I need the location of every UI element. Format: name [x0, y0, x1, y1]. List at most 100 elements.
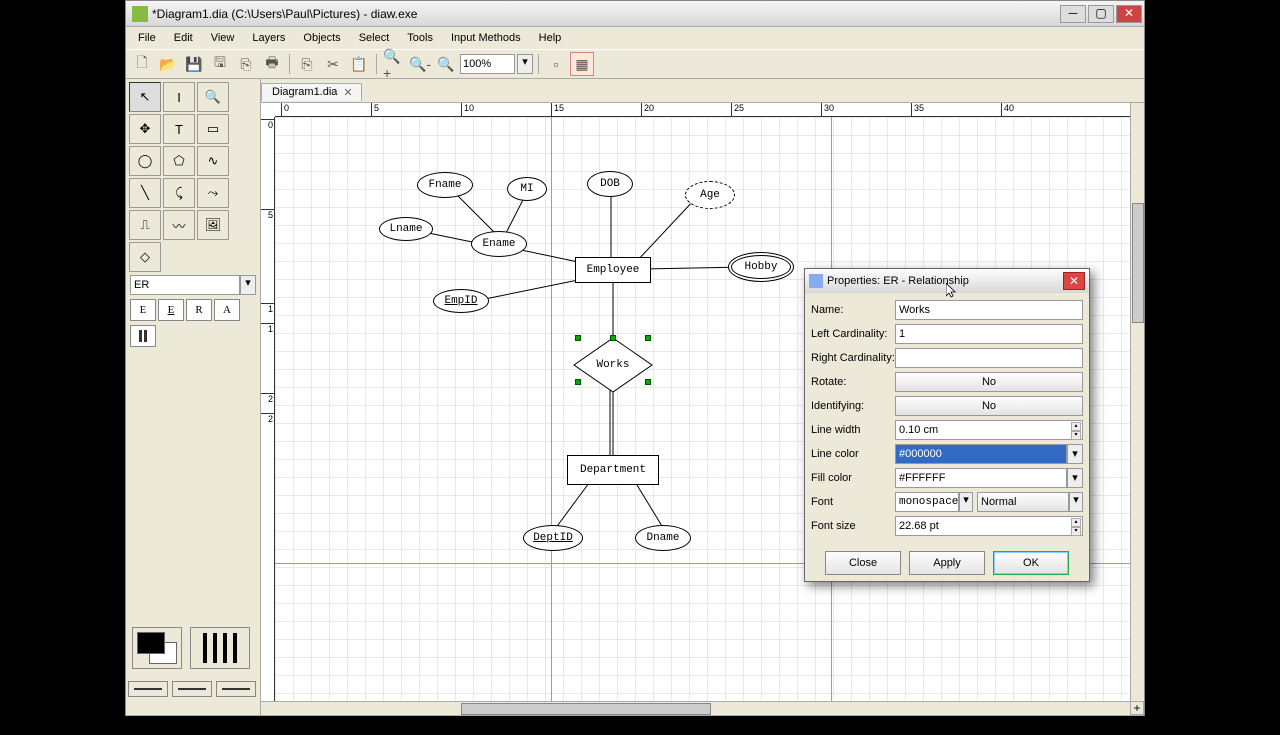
- zoom-dropdown-icon[interactable]: ▾: [517, 54, 533, 74]
- fillcolor-dropdown-icon[interactable]: ▾: [1067, 468, 1083, 488]
- input-linecolor[interactable]: #000000: [895, 444, 1067, 464]
- shape-category-dropdown-icon[interactable]: ▾: [240, 275, 256, 295]
- color-panel: [128, 623, 254, 673]
- menu-tools[interactable]: Tools: [399, 30, 441, 46]
- er-rel-works[interactable]: Works: [573, 337, 653, 393]
- er-attr-dname[interactable]: Dname: [635, 525, 691, 551]
- zoom-corner-icon[interactable]: +: [1130, 701, 1144, 715]
- er-attr-dob[interactable]: DOB: [587, 171, 633, 197]
- box-tool-icon[interactable]: ▭: [197, 114, 229, 144]
- statusbar: Selected 'Works': [126, 715, 1144, 735]
- fontstyle-dropdown-icon[interactable]: ▾: [1069, 492, 1083, 512]
- grid-icon[interactable]: ▦: [570, 52, 594, 76]
- ok-button[interactable]: OK: [993, 551, 1069, 575]
- line-tool-icon[interactable]: ╲: [129, 178, 161, 208]
- outline-tool-icon[interactable]: ◇: [129, 242, 161, 272]
- input-fontsize[interactable]: 22.68 pt ▴▾: [895, 516, 1083, 536]
- label-fillcolor: Fill color: [811, 472, 895, 484]
- er-attr-hobby[interactable]: Hobby: [731, 255, 791, 279]
- open-icon[interactable]: 📂: [156, 52, 180, 76]
- print-icon[interactable]: 🖶: [260, 52, 284, 76]
- input-leftcard[interactable]: 1: [895, 324, 1083, 344]
- input-font-style[interactable]: Normal: [977, 492, 1069, 512]
- er-participation-icon[interactable]: [130, 325, 156, 347]
- line-end-style[interactable]: [216, 681, 256, 697]
- maximize-button[interactable]: ▢: [1088, 5, 1114, 23]
- new-icon[interactable]: 🗋: [130, 52, 154, 76]
- toggle-identifying[interactable]: No: [895, 396, 1083, 416]
- er-weakentity-icon[interactable]: E: [158, 299, 184, 321]
- close-button[interactable]: Close: [825, 551, 901, 575]
- snap-icon[interactable]: ▫: [544, 52, 568, 76]
- er-attr-lname[interactable]: Lname: [379, 217, 433, 241]
- polyline-tool-icon[interactable]: ⎍: [129, 210, 161, 240]
- zoomin-icon[interactable]: 🔍+: [382, 52, 406, 76]
- er-attr-age[interactable]: Age: [685, 181, 735, 209]
- minimize-button[interactable]: ─: [1060, 5, 1086, 23]
- input-rightcard[interactable]: [895, 348, 1083, 368]
- zoomout-icon[interactable]: 🔍-: [408, 52, 432, 76]
- spin-up-icon[interactable]: ▴: [1071, 518, 1081, 527]
- paste-icon[interactable]: 📋: [347, 52, 371, 76]
- er-attr-fname[interactable]: Fname: [417, 172, 473, 198]
- pattern-chooser[interactable]: [190, 627, 250, 669]
- er-entity-icon[interactable]: E: [130, 299, 156, 321]
- export-icon[interactable]: ⎘: [234, 52, 258, 76]
- er-relationship-icon[interactable]: R: [186, 299, 212, 321]
- zoom-tool-icon[interactable]: 🔍: [197, 82, 229, 112]
- tab-diagram1[interactable]: Diagram1.dia ✕: [261, 83, 362, 101]
- fontfamily-dropdown-icon[interactable]: ▾: [959, 492, 973, 512]
- line-start-style[interactable]: [128, 681, 168, 697]
- er-attr-ename[interactable]: Ename: [471, 231, 527, 257]
- cut-icon[interactable]: ✂: [321, 52, 345, 76]
- text-tool-icon[interactable]: T: [163, 114, 195, 144]
- menu-file[interactable]: File: [130, 30, 164, 46]
- er-attr-mi[interactable]: MI: [507, 177, 547, 201]
- input-font-family[interactable]: monospace: [895, 492, 959, 512]
- menu-input-methods[interactable]: Input Methods: [443, 30, 529, 46]
- save-icon[interactable]: 💾: [182, 52, 206, 76]
- menu-objects[interactable]: Objects: [295, 30, 348, 46]
- zoomfit-icon[interactable]: 🔍: [434, 52, 458, 76]
- saveas-icon[interactable]: 🖫: [208, 52, 232, 76]
- copy-icon[interactable]: ⎘: [295, 52, 319, 76]
- scrollbar-horizontal[interactable]: [261, 701, 1130, 715]
- input-linewidth[interactable]: 0.10 cm ▴▾: [895, 420, 1083, 440]
- window-close-button[interactable]: ✕: [1116, 5, 1142, 23]
- menu-select[interactable]: Select: [351, 30, 398, 46]
- shape-category-input[interactable]: ER: [130, 275, 240, 295]
- tab-close-icon[interactable]: ✕: [343, 86, 352, 99]
- er-entity-department[interactable]: Department: [567, 455, 659, 485]
- spin-up-icon[interactable]: ▴: [1071, 422, 1081, 431]
- scroll-tool-icon[interactable]: ✥: [129, 114, 161, 144]
- spin-down-icon[interactable]: ▾: [1071, 527, 1081, 536]
- pointer-tool-icon[interactable]: ↖: [129, 82, 161, 112]
- menu-view[interactable]: View: [203, 30, 243, 46]
- spin-down-icon[interactable]: ▾: [1071, 431, 1081, 440]
- er-attr-deptid[interactable]: DeptID: [523, 525, 583, 551]
- zigzag-tool-icon[interactable]: ⤳: [197, 178, 229, 208]
- zoom-input[interactable]: 100%: [460, 54, 515, 74]
- er-attribute-icon[interactable]: A: [214, 299, 240, 321]
- input-fillcolor[interactable]: #FFFFFF: [895, 468, 1067, 488]
- line-dash-style[interactable]: [172, 681, 212, 697]
- menu-help[interactable]: Help: [531, 30, 570, 46]
- bezierline-tool-icon[interactable]: 〰: [163, 210, 195, 240]
- input-name[interactable]: Works: [895, 300, 1083, 320]
- arc-tool-icon[interactable]: ⤹: [163, 178, 195, 208]
- er-attr-empid[interactable]: EmpID: [433, 289, 489, 313]
- text-cursor-tool-icon[interactable]: I: [163, 82, 195, 112]
- er-entity-employee[interactable]: Employee: [575, 257, 651, 283]
- bezier-tool-icon[interactable]: ∿: [197, 146, 229, 176]
- color-swatch[interactable]: [132, 627, 182, 669]
- image-tool-icon[interactable]: 🖼: [197, 210, 229, 240]
- scrollbar-vertical[interactable]: [1130, 103, 1144, 701]
- linecolor-dropdown-icon[interactable]: ▾: [1067, 444, 1083, 464]
- apply-button[interactable]: Apply: [909, 551, 985, 575]
- polygon-tool-icon[interactable]: ⬠: [163, 146, 195, 176]
- toggle-rotate[interactable]: No: [895, 372, 1083, 392]
- dialog-close-button[interactable]: ✕: [1063, 272, 1085, 290]
- ellipse-tool-icon[interactable]: ◯: [129, 146, 161, 176]
- menu-layers[interactable]: Layers: [244, 30, 293, 46]
- menu-edit[interactable]: Edit: [166, 30, 201, 46]
